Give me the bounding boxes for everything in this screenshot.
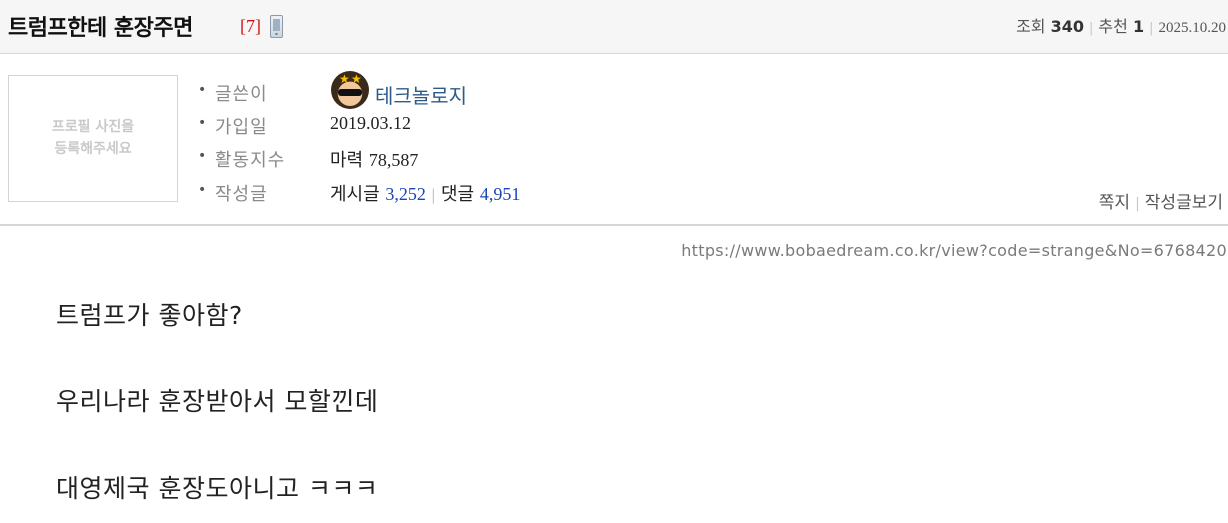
activity-points: 78,587 (368, 150, 419, 170)
writer-label: 글쓴이 (215, 84, 268, 105)
comments-prefix: 댓글 (440, 184, 475, 205)
body-text-line: 우리나라 훈장받아서 모할낀데 (56, 387, 379, 416)
post-header: 트럼프한테 훈장주면 [7] 조회 340 | 추천 1 | 2025.10.20 (0, 0, 1228, 54)
post-title: 트럼프한테 훈장주면 (8, 16, 193, 41)
activity-prefix: 마력 (330, 150, 364, 171)
post-url[interactable]: https://www.bobaedream.co.kr/view?code=s… (681, 241, 1227, 260)
placeholder-line: 등록해주세요 (54, 141, 132, 157)
writer-nickname[interactable]: 테크놀로지 (375, 80, 467, 109)
comments-count[interactable]: 4,951 (480, 184, 521, 204)
joined-value: 2019.03.12 (330, 113, 411, 133)
section-divider (0, 224, 1228, 226)
posts-value: 게시글 3,252 | 댓글 4,951 (330, 180, 520, 206)
star-icon: ★ (339, 72, 350, 86)
body-text-line: 대영제국 훈장도아니고 ㅋㅋㅋ (56, 474, 379, 503)
recommend-count: 1 (1132, 17, 1145, 36)
mobile-phone-icon (270, 15, 283, 38)
star-icon: ★ (351, 72, 362, 86)
posts-label: 작성글 (215, 184, 268, 205)
bullet-icon: • (198, 82, 207, 98)
views-label: 조회 (1016, 17, 1046, 36)
bullet-icon: • (198, 148, 207, 164)
divider: | (430, 186, 436, 204)
profile-photo-placeholder: 프로필 사진을 등록해주세요 (9, 116, 177, 160)
posts-prefix: 게시글 (330, 184, 380, 205)
post-date: 2025.10.20 (1158, 20, 1227, 36)
profile-photo: 프로필 사진을 등록해주세요 (8, 75, 178, 202)
body-text-line: 트럼프가 좋아함? (56, 301, 243, 330)
sunglasses-icon (338, 89, 362, 96)
post-meta: 조회 340 | 추천 1 | 2025.10.20 (1016, 13, 1226, 37)
comment-count[interactable]: [7] (240, 16, 261, 37)
posts-count[interactable]: 3,252 (385, 184, 426, 204)
activity-label: 활동지수 (215, 150, 286, 171)
joined-label: 가입일 (215, 117, 268, 138)
link-separator: | (1135, 196, 1140, 212)
user-level-icon: ★ ★ (331, 71, 369, 109)
activity-value: 마력 78,587 (330, 146, 418, 172)
view-posts-link[interactable]: 작성글보기 (1145, 193, 1223, 213)
meta-separator: | (1089, 21, 1094, 36)
recommend-label: 추천 (1098, 17, 1128, 36)
placeholder-line: 프로필 사진을 (51, 119, 135, 135)
bullet-icon: • (198, 182, 207, 198)
views-count: 340 (1050, 17, 1085, 36)
profile-links: 쪽지 | 작성글보기 (1099, 188, 1223, 213)
bullet-icon: • (198, 115, 207, 131)
message-link[interactable]: 쪽지 (1099, 193, 1130, 213)
meta-separator: | (1149, 21, 1154, 36)
